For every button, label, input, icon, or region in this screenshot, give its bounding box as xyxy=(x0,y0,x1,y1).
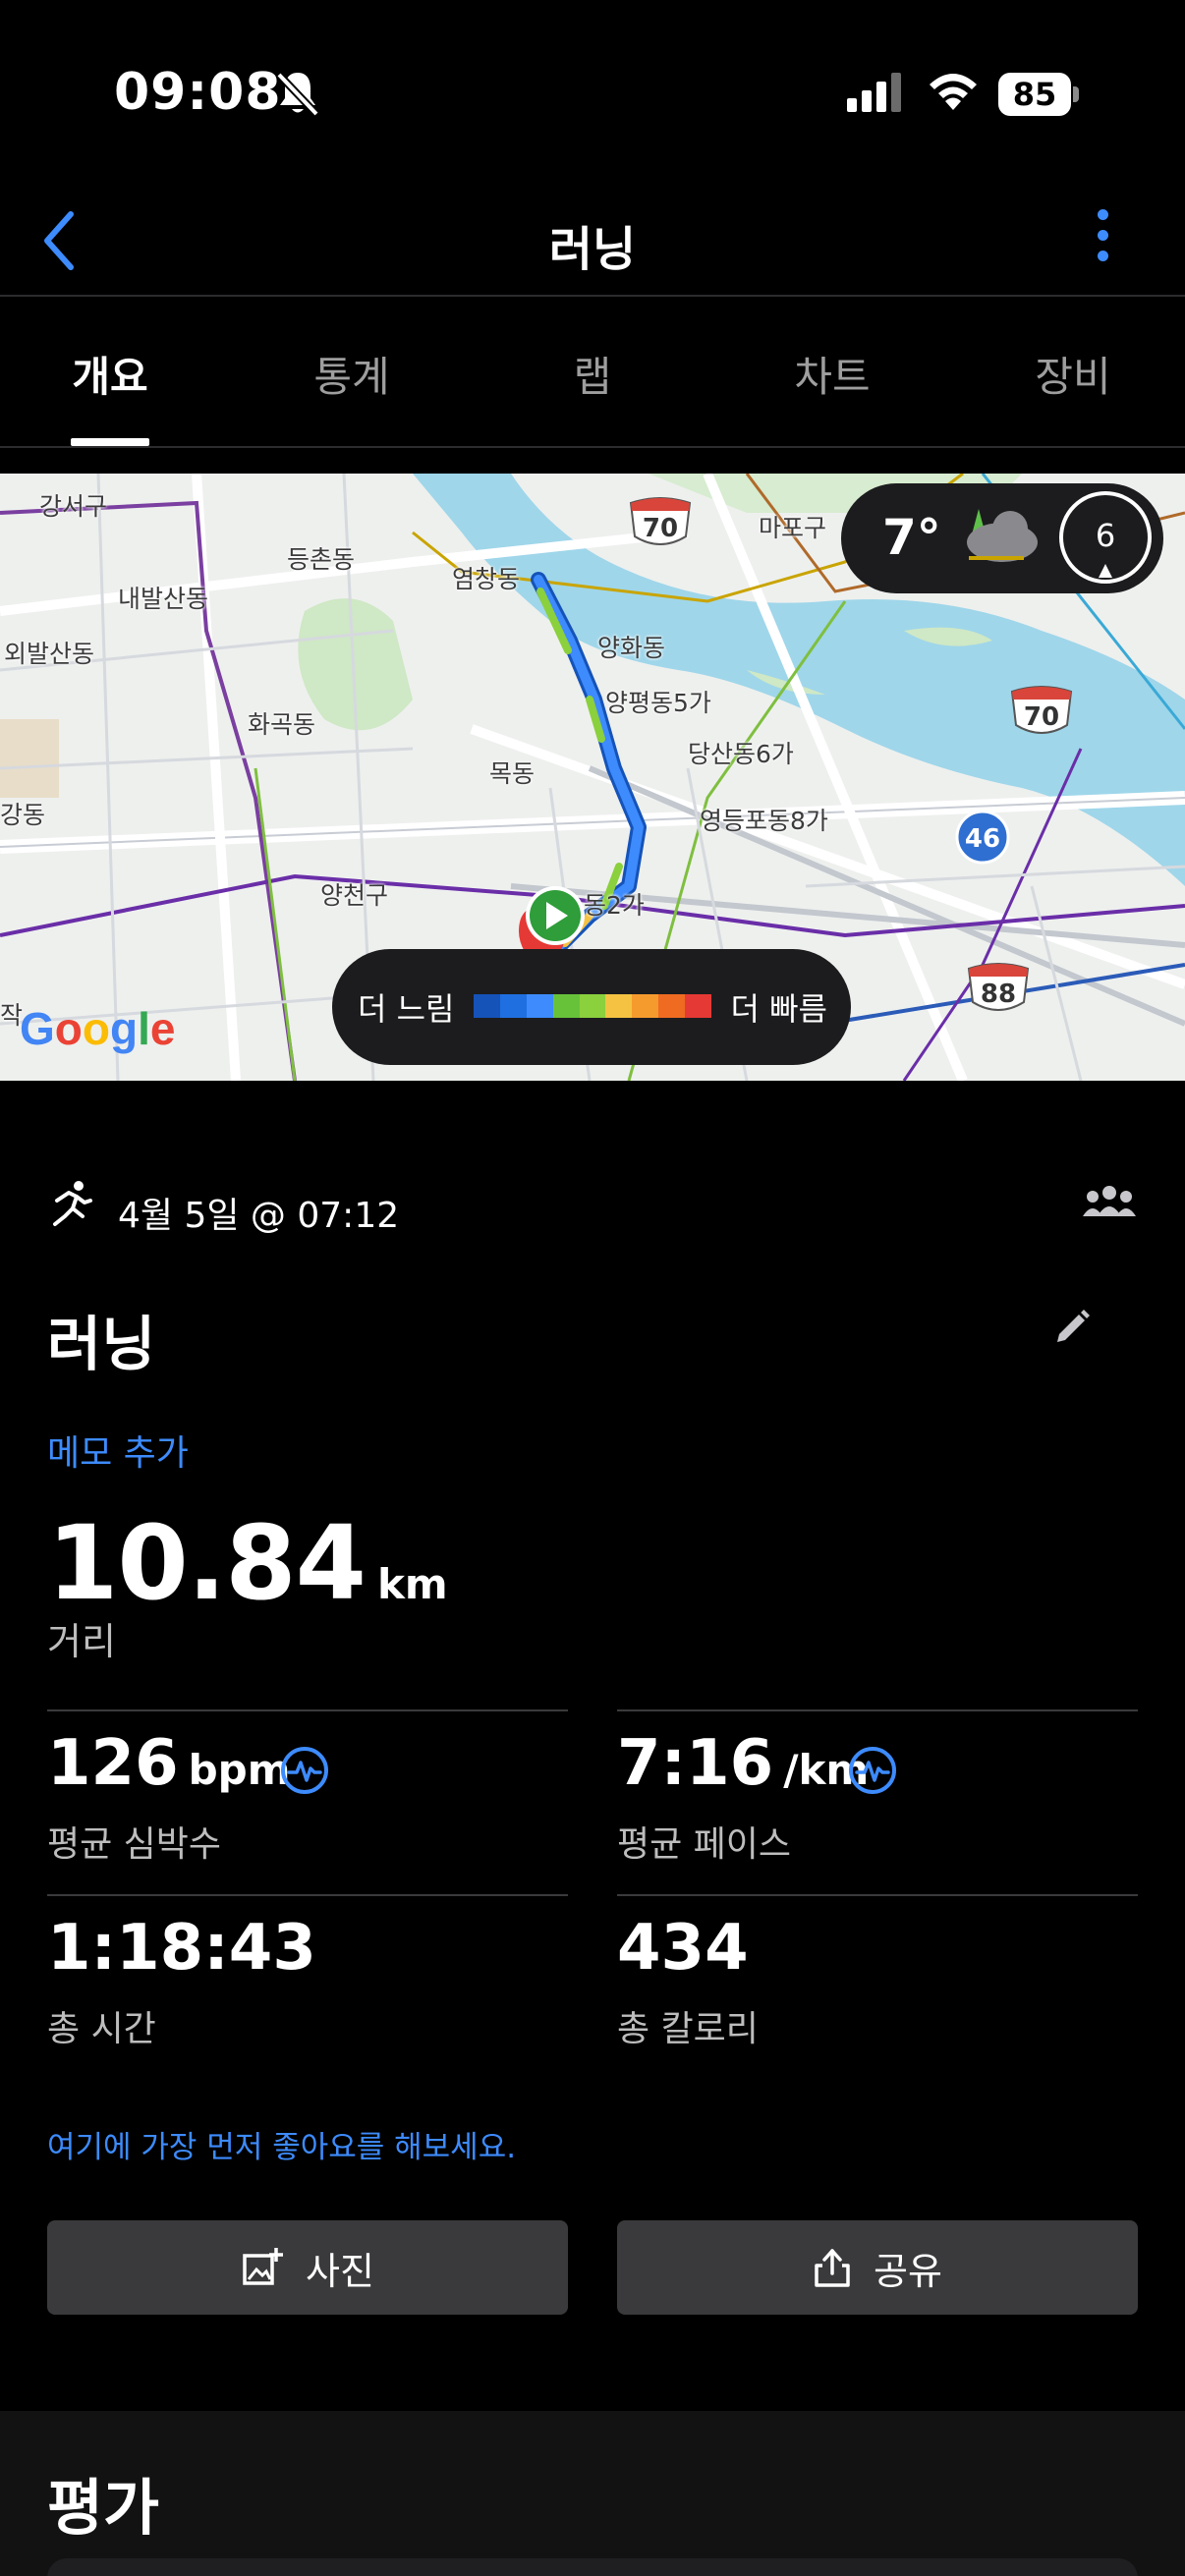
add-photo-button[interactable]: 사진 xyxy=(47,2220,568,2315)
rating-heading: 평가 xyxy=(47,2472,160,2544)
distance-unit: km xyxy=(376,1560,448,1608)
map-label: 등촌동 xyxy=(287,545,356,574)
map-label: 내발산동 xyxy=(118,585,209,613)
road-shield-icon: 70 xyxy=(629,497,692,545)
wifi-icon xyxy=(930,74,977,110)
share-icon xyxy=(815,2249,850,2287)
map-label: 강동 xyxy=(0,801,46,829)
pace-legend-fast-label: 더 빠름 xyxy=(730,990,828,1028)
cloud-weather-icon xyxy=(967,509,1038,562)
stat-value: 1:18:43 xyxy=(47,1912,316,1985)
bell-muted-icon xyxy=(276,72,319,117)
distance-label: 거리 xyxy=(47,1620,116,1663)
stat-unit: bpm xyxy=(188,1746,291,1794)
pace-legend-slow-label: 더 느림 xyxy=(358,990,455,1028)
distance-value: 10.84 km xyxy=(47,1503,448,1623)
weather-badge: 7° 6 xyxy=(841,483,1163,593)
group-people-icon[interactable] xyxy=(1081,1183,1138,1222)
road-shield-icon: 88 xyxy=(967,963,1030,1011)
edit-pencil-icon[interactable] xyxy=(1051,1305,1093,1346)
expressway-shield-icon: 46 xyxy=(955,810,1010,865)
stat-avg-heart-rate: 126 bpm 평균 심박수 xyxy=(47,1709,568,1886)
wind-speed-value: 6 xyxy=(1095,517,1116,554)
tab-stats[interactable]: 통계 xyxy=(273,344,430,404)
wind-direction-icon xyxy=(1099,564,1112,578)
road-shield-number: 88 xyxy=(981,980,1016,1009)
road-shield-number: 70 xyxy=(1024,702,1059,732)
stat-avg-pace: 7:16/km 평균 페이스 xyxy=(617,1709,1138,1886)
map-label: 외발산동 xyxy=(4,640,95,668)
activity-title: 러닝 xyxy=(47,1311,156,1379)
tab-overview[interactable]: 개요 xyxy=(31,344,189,404)
heart-rate-pulse-icon[interactable] xyxy=(279,1745,330,1796)
status-bar: 09:08 85 xyxy=(0,0,1185,187)
stat-value: 126 xyxy=(47,1727,179,1800)
more-options-icon[interactable] xyxy=(1091,204,1114,275)
tab-laps[interactable]: 랩 xyxy=(514,344,671,404)
map-label: 양평동5가 xyxy=(605,689,711,717)
pace-legend: 더 느림 더 빠름 xyxy=(332,949,851,1065)
map-label: 양천구 xyxy=(320,881,389,910)
road-shield-number: 70 xyxy=(643,514,678,543)
battery-level: 85 xyxy=(1012,76,1057,113)
map-label: 마포구 xyxy=(759,514,827,542)
cellular-signal-icon xyxy=(847,73,901,112)
distance-number: 10.84 xyxy=(47,1503,367,1623)
route-map[interactable]: 강서구 등촌동 내발산동 외발산동 화곡동 강동 염창동 양화동 양평동5가 목… xyxy=(0,474,1185,1081)
share-label: 공유 xyxy=(874,2249,942,2293)
tab-charts[interactable]: 차트 xyxy=(754,344,911,404)
share-button[interactable]: 공유 xyxy=(617,2220,1138,2315)
map-label: 동2가 xyxy=(584,891,645,920)
tab-bar: 개요 통계 랩 차트 장비 xyxy=(0,299,1185,448)
stat-total-calories: 434 총 칼로리 xyxy=(617,1894,1138,2071)
stat-value: 434 xyxy=(617,1912,749,1985)
road-shield-number: 46 xyxy=(965,824,1000,854)
map-label: 영등포동8가 xyxy=(700,807,828,835)
stat-label: 평균 페이스 xyxy=(617,1824,792,1865)
pace-pulse-icon[interactable] xyxy=(847,1745,898,1796)
add-photo-icon xyxy=(243,2248,284,2285)
map-label: 목동 xyxy=(489,759,536,788)
weather-temperature: 7° xyxy=(882,509,941,566)
activity-date: 4월 5일 @ 07:12 xyxy=(118,1196,400,1236)
rating-section: 평가 xyxy=(0,2411,1185,2576)
add-photo-label: 사진 xyxy=(306,2249,374,2293)
stat-label: 총 시간 xyxy=(47,2009,156,2049)
google-logo: Google xyxy=(20,1003,176,1054)
road-shield-icon: 70 xyxy=(1010,686,1073,734)
like-prompt-link[interactable]: 여기에 가장 먼저 좋아요를 해보세요. xyxy=(47,2122,516,2166)
tab-active-indicator xyxy=(71,438,149,446)
status-time: 09:08 xyxy=(114,63,282,122)
page-title: 러닝 xyxy=(548,222,637,277)
battery-icon: 85 xyxy=(998,73,1079,116)
map-label: 강서구 xyxy=(39,492,108,521)
rating-card[interactable] xyxy=(47,2558,1138,2576)
pace-color-scale xyxy=(474,994,712,1018)
stat-value: 7:16 xyxy=(617,1727,774,1800)
add-memo-link[interactable]: 메모 추가 xyxy=(47,1425,189,1476)
tab-gear[interactable]: 장비 xyxy=(994,344,1152,404)
map-label: 화곡동 xyxy=(248,710,316,739)
nav-bar: 러닝 xyxy=(0,187,1185,297)
stat-label: 총 칼로리 xyxy=(617,2009,759,2049)
activity-date-row: 4월 5일 @ 07:12 xyxy=(47,1179,1138,1238)
stat-label: 평균 심박수 xyxy=(47,1824,222,1865)
running-person-icon xyxy=(53,1181,92,1226)
map-label: 염창동 xyxy=(452,565,521,593)
map-label: 당산동6가 xyxy=(688,740,794,768)
wind-speed-indicator: 6 xyxy=(1059,491,1152,584)
map-label: 양화동 xyxy=(597,634,666,662)
stat-total-time: 1:18:43 총 시간 xyxy=(47,1894,568,2071)
